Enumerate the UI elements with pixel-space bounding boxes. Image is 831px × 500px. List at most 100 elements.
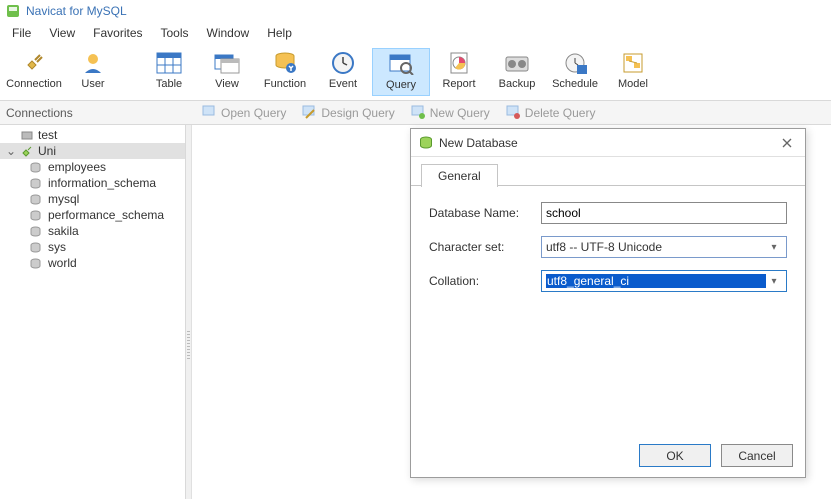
collation-select[interactable]: utf8_general_ci ▾: [541, 270, 787, 292]
backup-button[interactable]: Backup: [488, 48, 546, 96]
table-button[interactable]: Table: [140, 48, 198, 96]
function-label: Function: [264, 78, 306, 90]
titlebar: Navicat for MySQL: [0, 0, 831, 22]
tree-connection-test[interactable]: test: [0, 127, 185, 143]
new-query-icon: [411, 105, 426, 120]
cancel-button[interactable]: Cancel: [721, 444, 793, 467]
connection-label: Connection: [6, 78, 62, 90]
tree-label: Uni: [38, 144, 56, 158]
delete-query-action[interactable]: Delete Query: [498, 103, 604, 122]
tree-connection-uni[interactable]: ⌄ Uni: [0, 143, 185, 159]
database-icon: [28, 208, 42, 222]
tree-db-employees[interactable]: employees: [28, 159, 185, 175]
ok-button[interactable]: OK: [639, 444, 711, 467]
database-icon: [28, 256, 42, 270]
close-button[interactable]: [777, 133, 797, 153]
database-icon: [28, 240, 42, 254]
user-label: User: [81, 78, 104, 90]
chevron-down-icon[interactable]: ⌄: [6, 144, 16, 158]
event-button[interactable]: Event: [314, 48, 372, 96]
query-button[interactable]: Query: [372, 48, 430, 96]
model-icon: [616, 50, 650, 76]
model-label: Model: [618, 78, 648, 90]
tree-db-world[interactable]: world: [28, 255, 185, 271]
view-icon: [210, 50, 244, 76]
open-query-label: Open Query: [221, 106, 286, 120]
menu-file[interactable]: File: [4, 24, 39, 42]
dialog-title: New Database: [439, 136, 518, 150]
user-button[interactable]: User: [64, 48, 122, 96]
menu-view[interactable]: View: [41, 24, 83, 42]
delete-query-icon: [506, 105, 521, 120]
new-database-dialog: New Database General Database Name: Char…: [410, 128, 806, 478]
menu-tools[interactable]: Tools: [153, 24, 197, 42]
design-query-label: Design Query: [321, 106, 394, 120]
plug-icon: [17, 50, 51, 76]
connection-icon: [20, 128, 34, 142]
charset-label: Character set:: [429, 240, 541, 254]
dbname-input[interactable]: [541, 202, 787, 224]
connection-button[interactable]: Connection: [4, 48, 64, 96]
open-query-icon: [202, 105, 217, 120]
tree-db-information-schema[interactable]: information_schema: [28, 175, 185, 191]
database-icon: [28, 176, 42, 190]
tree-label: sys: [48, 240, 66, 254]
tree-label: employees: [48, 160, 106, 174]
database-icon: [419, 136, 433, 150]
tree-db-performance-schema[interactable]: performance_schema: [28, 207, 185, 223]
charset-value: utf8 -- UTF-8 Unicode: [546, 240, 766, 254]
dbname-label: Database Name:: [429, 206, 541, 220]
app-title: Navicat for MySQL: [26, 4, 127, 18]
database-icon: [28, 160, 42, 174]
user-icon: [76, 50, 110, 76]
query-icon: [384, 51, 418, 77]
database-icon: [28, 192, 42, 206]
menu-window[interactable]: Window: [199, 24, 258, 42]
report-label: Report: [442, 78, 475, 90]
open-query-action[interactable]: Open Query: [194, 103, 294, 122]
report-button[interactable]: Report: [430, 48, 488, 96]
delete-query-label: Delete Query: [525, 106, 596, 120]
table-label: Table: [156, 78, 182, 90]
tree-db-mysql[interactable]: mysql: [28, 191, 185, 207]
tab-general[interactable]: General: [421, 164, 498, 187]
dialog-titlebar[interactable]: New Database: [411, 129, 805, 157]
new-query-action[interactable]: New Query: [403, 103, 498, 122]
dialog-buttons: OK Cancel: [639, 444, 793, 467]
tree-db-sys[interactable]: sys: [28, 239, 185, 255]
dialog-body: Database Name: Character set: utf8 -- UT…: [411, 185, 805, 437]
splitter-handle[interactable]: [186, 125, 192, 499]
schedule-icon: [558, 50, 592, 76]
chevron-down-icon: ▾: [766, 276, 782, 287]
tree-label: performance_schema: [48, 208, 164, 222]
report-icon: [442, 50, 476, 76]
database-icon: [28, 224, 42, 238]
function-button[interactable]: Function: [256, 48, 314, 96]
event-label: Event: [329, 78, 357, 90]
collation-label: Collation:: [429, 274, 541, 288]
tree-label: sakila: [48, 224, 79, 238]
view-label: View: [215, 78, 239, 90]
query-label: Query: [386, 79, 416, 91]
schedule-label: Schedule: [552, 78, 598, 90]
model-button[interactable]: Model: [604, 48, 662, 96]
backup-label: Backup: [499, 78, 536, 90]
tree-label: mysql: [48, 192, 79, 206]
schedule-button[interactable]: Schedule: [546, 48, 604, 96]
charset-select[interactable]: utf8 -- UTF-8 Unicode ▾: [541, 236, 787, 258]
menu-favorites[interactable]: Favorites: [85, 24, 150, 42]
menu-help[interactable]: Help: [259, 24, 300, 42]
connection-active-icon: [20, 144, 34, 158]
clock-icon: [326, 50, 360, 76]
dialog-tabs: General: [411, 157, 805, 186]
design-query-icon: [302, 105, 317, 120]
collation-value: utf8_general_ci: [546, 274, 766, 288]
tree-db-sakila[interactable]: sakila: [28, 223, 185, 239]
tree-children-uni: employees information_schema mysql perfo…: [0, 159, 185, 271]
view-button[interactable]: View: [198, 48, 256, 96]
app-icon: [6, 4, 20, 18]
tree-label: test: [38, 128, 57, 142]
new-query-label: New Query: [430, 106, 490, 120]
close-icon: [782, 138, 792, 148]
design-query-action[interactable]: Design Query: [294, 103, 402, 122]
